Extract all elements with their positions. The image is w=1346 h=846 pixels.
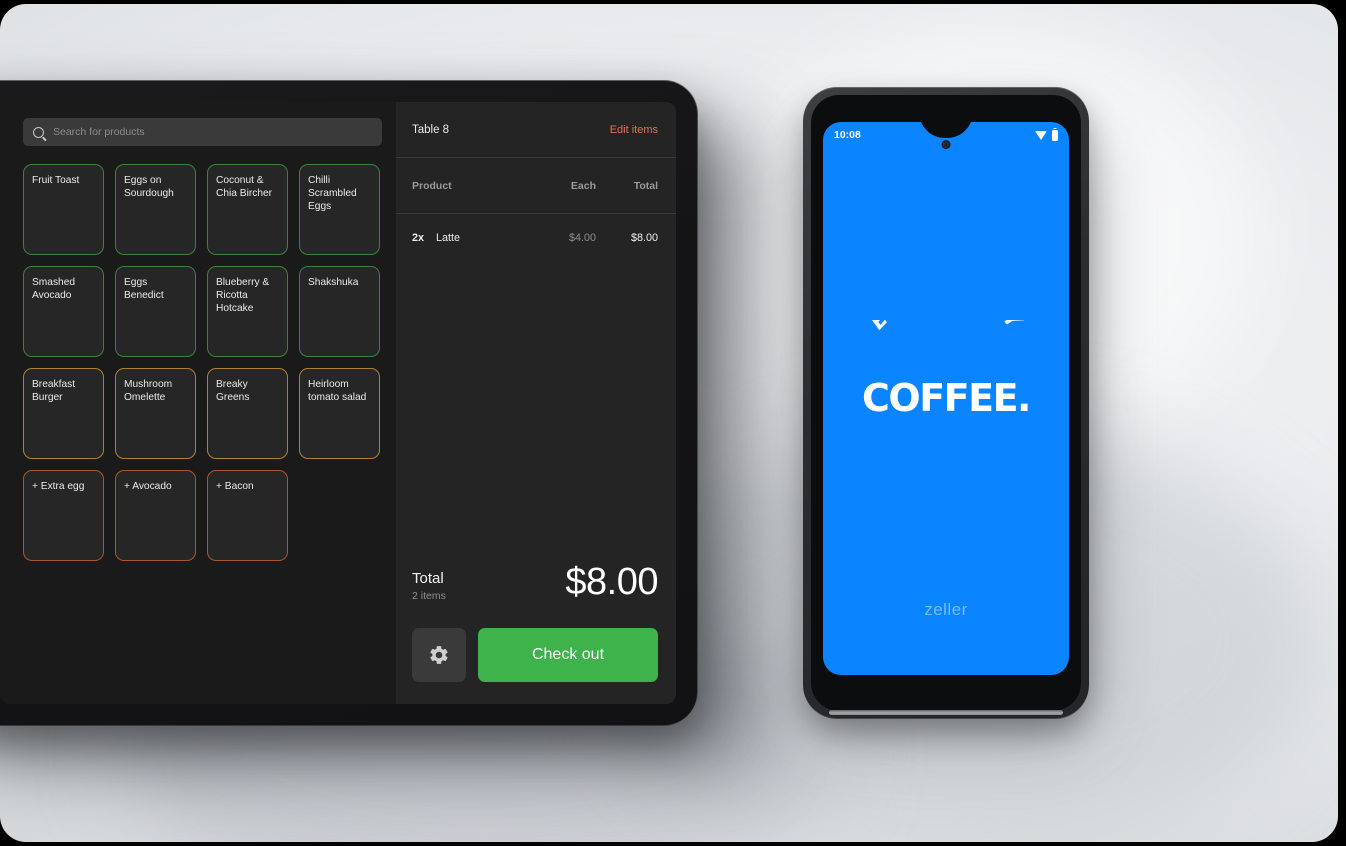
battery-icon [1052, 129, 1058, 141]
background-surface: Fruit Toast Eggs on Sourdough Coconut & … [0, 4, 1338, 842]
order-actions: Check out [396, 628, 676, 704]
product-tile[interactable]: Eggs on Sourdough [115, 164, 196, 255]
brand-arc-text: EITHER DAY [865, 320, 1027, 334]
column-header-total: Total [633, 179, 658, 192]
product-tile[interactable]: Breaky Greens [207, 368, 288, 459]
table-label: Table 8 [412, 123, 450, 136]
product-tile[interactable]: + Bacon [207, 470, 288, 561]
product-tile-label: Eggs on Sourdough [124, 175, 174, 199]
order-header: Table 8 Edit items [396, 102, 676, 158]
items-count-label: 2 items [412, 590, 446, 602]
product-tile[interactable]: + Extra egg [23, 470, 104, 561]
product-tile-label: Eggs Benedict [124, 277, 164, 301]
front-camera-icon [941, 140, 951, 149]
order-line-list: 2x Latte $4.00 $8.00 [396, 214, 676, 562]
status-bar-time: 10:08 [834, 129, 861, 141]
product-tile[interactable]: + Avocado [115, 470, 196, 561]
product-tile-label: Chilli Scrambled Eggs [308, 175, 357, 212]
checkout-button[interactable]: Check out [478, 628, 658, 682]
brand-main-label: COFFEE. [862, 376, 1031, 420]
product-tile-label: Fruit Toast [32, 175, 80, 186]
order-line-each: $4.00 [568, 232, 596, 244]
product-tile[interactable]: Mushroom Omelette [115, 368, 196, 459]
order-line-total: $8.00 [630, 232, 658, 244]
product-tile-label: Coconut & Chia Bircher [216, 175, 273, 199]
brand-logo: EITHER DAY COFFEE. [823, 320, 1069, 418]
product-tile-label: + Bacon [216, 481, 254, 492]
tablet-device: Fruit Toast Eggs on Sourdough Coconut & … [0, 80, 698, 726]
phone-device: 10:08 EITHER DAY [803, 87, 1089, 719]
search-icon [33, 126, 44, 138]
svg-text:EITHER DAY: EITHER DAY [865, 320, 1027, 334]
wifi-icon [1035, 130, 1047, 140]
product-tile[interactable]: Fruit Toast [23, 164, 104, 255]
order-total-row: Total 2 items $8.00 [396, 562, 676, 602]
product-tile-label: Blueberry & Ricotta Hotcake [216, 277, 270, 314]
scene-root: Fruit Toast Eggs on Sourdough Coconut & … [0, 0, 1346, 846]
search-bar[interactable] [23, 118, 382, 146]
product-tile-label: Heirloom tomato salad [308, 379, 367, 403]
product-tile[interactable]: Breakfast Burger [23, 368, 104, 459]
column-header-each: Each [570, 179, 596, 192]
product-tile-label: Breaky Greens [216, 379, 250, 403]
total-label: Total [412, 570, 444, 587]
product-tile[interactable]: Coconut & Chia Bircher [207, 164, 288, 255]
phone-bottom-chin [829, 710, 1063, 715]
settings-button[interactable] [412, 628, 466, 682]
product-tile-label: Shakshuka [308, 277, 359, 288]
status-bar-indicators [1035, 129, 1058, 141]
phone-bezel: 10:08 EITHER DAY [811, 95, 1081, 711]
product-tile[interactable]: Eggs Benedict [115, 266, 196, 357]
search-input[interactable] [53, 126, 372, 138]
product-grid: Fruit Toast Eggs on Sourdough Coconut & … [23, 164, 382, 561]
edit-items-button[interactable]: Edit items [610, 124, 658, 136]
product-tile-label: + Avocado [124, 481, 172, 492]
order-line-name: Latte [436, 232, 461, 244]
product-tile[interactable]: Chilli Scrambled Eggs [299, 164, 380, 255]
order-total-labels: Total 2 items [412, 570, 446, 602]
product-tile[interactable]: Blueberry & Ricotta Hotcake [207, 266, 288, 357]
order-pane: Table 8 Edit items Product Each Total 2x… [396, 102, 676, 704]
phone-screen: 10:08 EITHER DAY [823, 122, 1069, 675]
product-tile[interactable]: Shakshuka [299, 266, 380, 357]
tablet-screen: Fruit Toast Eggs on Sourdough Coconut & … [0, 102, 676, 704]
order-line-item[interactable]: 2x Latte $4.00 $8.00 [396, 226, 676, 250]
product-tile[interactable]: Heirloom tomato salad [299, 368, 380, 459]
brand-footer-label: zeller [924, 600, 968, 619]
product-tile-label: Breakfast Burger [32, 379, 76, 403]
column-header-product: Product [412, 179, 452, 192]
product-tile[interactable]: Smashed Avocado [23, 266, 104, 357]
product-tile-label: + Extra egg [32, 481, 85, 492]
total-amount: $8.00 [565, 561, 658, 603]
brand-arc-label: EITHER DAY [865, 320, 1025, 334]
products-pane: Fruit Toast Eggs on Sourdough Coconut & … [0, 102, 396, 704]
order-line-qty: 2x [412, 232, 425, 244]
product-tile-label: Smashed Avocado [32, 277, 76, 301]
product-tile-label: Mushroom Omelette [124, 379, 173, 403]
order-column-headers: Product Each Total [396, 158, 676, 214]
gear-icon [430, 646, 448, 664]
